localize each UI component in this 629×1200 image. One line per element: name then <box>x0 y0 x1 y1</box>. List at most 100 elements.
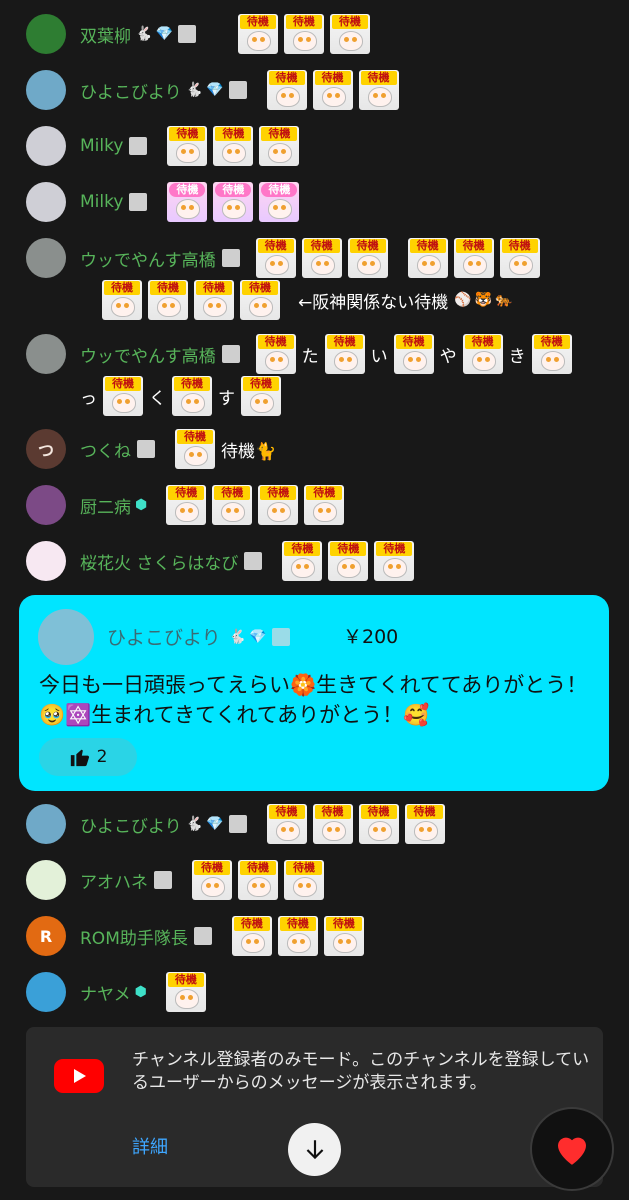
author-name[interactable]: ウッでやんす高橋 <box>80 246 216 271</box>
sticker-icon <box>221 249 240 267</box>
taiki-emote: 待機 <box>192 860 232 900</box>
avatar[interactable] <box>26 804 66 844</box>
author-name[interactable]: アオハネ <box>80 868 148 893</box>
tiger-face-icon: 🐯 <box>474 292 493 308</box>
author-name[interactable]: Milky <box>80 136 123 156</box>
taiki-emote: 待機 <box>166 485 207 525</box>
sticker-icon <box>129 137 148 155</box>
taiki-emote: 待機 <box>266 804 307 844</box>
avatar[interactable] <box>26 972 66 1012</box>
taiki-emote: 待機 <box>499 238 540 278</box>
scroll-to-bottom-button[interactable] <box>288 1123 341 1176</box>
gem-icon: 💎 <box>206 816 224 832</box>
avatar[interactable] <box>26 860 66 900</box>
author-name[interactable]: つくね <box>80 437 131 462</box>
message-text: っ <box>80 388 97 409</box>
taiki-emote: 待機 <box>374 541 415 581</box>
taiki-emote: 待機 <box>404 804 445 844</box>
author-name[interactable]: ひよこびより <box>80 812 182 837</box>
taiki-emote: 待機 <box>324 334 365 374</box>
sticker-icon <box>193 927 212 945</box>
taiki-emote-pink: 待機 <box>167 182 208 222</box>
avatar[interactable] <box>38 609 94 665</box>
thumbs-up-icon <box>70 749 89 767</box>
taiki-emote: 待機 <box>102 280 142 320</box>
author-name[interactable]: 双葉柳 <box>80 22 131 47</box>
taiki-emote: 待機 <box>453 238 494 278</box>
taiki-emote: 待機 <box>241 376 281 416</box>
gem-icon: 💎 <box>249 628 267 645</box>
taiki-emote: 待機 <box>148 280 188 320</box>
message-text: や <box>439 346 457 367</box>
sticker-icon <box>137 440 155 458</box>
taiki-emote: 待機 <box>393 334 434 374</box>
sticker-icon <box>154 871 172 889</box>
avatar[interactable] <box>26 14 66 54</box>
author-name[interactable]: ナヤメ <box>80 980 131 1005</box>
avatar[interactable] <box>26 485 66 525</box>
author-name[interactable]: ROM助手隊長 <box>80 924 188 949</box>
like-button[interactable]: 2 <box>39 738 137 776</box>
taiki-emote-pink: 待機 <box>259 182 300 222</box>
taiki-emote: 待機 <box>255 238 296 278</box>
author-name[interactable]: Milky <box>80 192 123 212</box>
message-text: す <box>218 388 235 409</box>
taiki-emote: 待機 <box>312 70 353 110</box>
taiki-emote: 待機 <box>304 485 345 525</box>
rabbit-icon: 🐇 <box>185 82 204 98</box>
superchat-message: 今日も一日頑張ってえらい🏵️生きてくれててありがとう！🥹🔯生まれてきてくれてあり… <box>39 673 588 727</box>
taiki-emote: 待機 <box>175 429 215 469</box>
avatar[interactable]: つ <box>26 429 66 469</box>
avatar[interactable] <box>26 70 66 110</box>
taiki-emote: 待機 <box>255 334 296 374</box>
details-link[interactable]: 詳細 <box>132 1133 168 1159</box>
sticker-icon <box>228 81 247 99</box>
taiki-emote: 待機 <box>231 916 272 956</box>
taiki-emote: 待機 <box>212 485 253 525</box>
message-text: た <box>301 346 319 367</box>
taiki-emote: 待機 <box>240 280 280 320</box>
arrow-down-icon <box>306 1139 323 1159</box>
taiki-emote: 待機 <box>103 376 143 416</box>
avatar[interactable] <box>26 126 66 166</box>
rabbit-icon: 🐇 <box>135 26 153 42</box>
taiki-emote: 待機 <box>358 70 399 110</box>
sticker-icon <box>271 627 290 646</box>
superchat-card[interactable]: ひよこびより 🐇 💎 ￥200 今日も一日頑張ってえらい🏵️生きてくれててありが… <box>19 595 609 791</box>
heart-button[interactable] <box>530 1107 614 1191</box>
taiki-emote: 待機 <box>277 916 318 956</box>
taiki-emote: 待機 <box>282 541 323 581</box>
gem-icon: 💎 <box>155 26 173 42</box>
author-name[interactable]: ウッでやんす高橋 <box>80 342 216 367</box>
avatar[interactable] <box>26 238 66 278</box>
taiki-emote-pink: 待機 <box>213 182 254 222</box>
taiki-emote: 待機 <box>358 804 399 844</box>
author-name[interactable]: 桜花火 さくらはなび <box>80 549 238 574</box>
taiki-emote: 待機 <box>301 238 342 278</box>
member-badge-icon: ⬢ <box>135 497 148 513</box>
message-text: い <box>370 346 388 367</box>
taiki-emote: 待機 <box>531 334 572 374</box>
taiki-emote: 待機 <box>238 860 278 900</box>
taiki-emote: 待機 <box>237 14 278 54</box>
taiki-emote: 待機 <box>213 126 254 166</box>
taiki-emote: 待機 <box>258 485 299 525</box>
avatar[interactable] <box>26 541 66 581</box>
banner-text: チャンネル登録者のみモード。このチャンネルを登録しているユーザーからのメッセージ… <box>132 1050 590 1093</box>
taiki-emote: 待機 <box>194 280 234 320</box>
author-name[interactable]: ひよこびより <box>80 78 182 103</box>
sticker-icon <box>221 345 240 363</box>
superchat-amount: ￥200 <box>343 626 399 648</box>
taiki-emote: 待機 <box>323 916 364 956</box>
taiki-emote: 待機 <box>165 972 206 1012</box>
avatar[interactable] <box>26 334 66 374</box>
taiki-emote: 待機 <box>283 14 324 54</box>
avatar[interactable]: R <box>26 916 66 956</box>
author-name[interactable]: 厨二病 <box>80 493 131 518</box>
taiki-emote: 待機 <box>347 238 388 278</box>
rabbit-icon: 🐇 <box>185 816 204 832</box>
avatar[interactable] <box>26 182 66 222</box>
superchat-author[interactable]: ひよこびより 🐇 💎 <box>107 623 290 650</box>
message-text: く <box>149 388 166 409</box>
taiki-emote: 待機 <box>328 541 369 581</box>
